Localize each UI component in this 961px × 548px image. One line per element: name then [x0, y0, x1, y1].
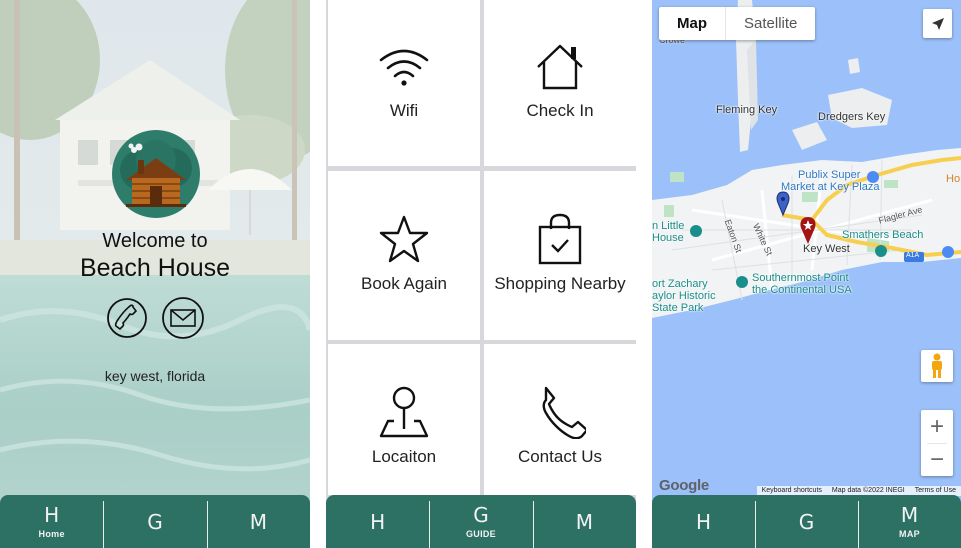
mail-icon[interactable]: [161, 296, 205, 340]
nav-map-letter: M: [575, 509, 593, 534]
nav-guide-letter: G: [473, 503, 489, 527]
nav-guide-label: GUIDE: [465, 529, 496, 539]
nav-map[interactable]: M MAP: [858, 495, 961, 548]
my-location-button[interactable]: [923, 9, 952, 38]
map-label-dredgers-key: Dredgers Key: [818, 111, 886, 123]
map-label-little-2: House: [652, 232, 684, 244]
map-label-publix-2: Market at Key Plaza: [781, 181, 880, 193]
nav-guide[interactable]: G GUIDE: [429, 495, 532, 548]
tile-shopping-nearby[interactable]: Shopping Nearby: [484, 171, 636, 340]
nav-map-label: MAP: [899, 529, 920, 539]
house-name: Beach House: [79, 254, 231, 282]
nav-map-letter: M: [900, 503, 919, 527]
navigation-arrow-icon: [931, 17, 944, 30]
map-label-key-west: Key West: [803, 243, 850, 255]
phone-icon: [542, 386, 586, 439]
map-screen: Crowe Fleming Key Dredgers Key Publix Su…: [652, 0, 961, 548]
nav-home[interactable]: H: [652, 495, 755, 548]
wifi-icon: [379, 49, 429, 86]
nav-home[interactable]: H: [326, 495, 429, 548]
map-label-zachary-2: aylor Historic: [652, 290, 716, 302]
map-label-southernmost-1: Southernmost Point: [752, 272, 849, 284]
zoom-out-button[interactable]: −: [930, 444, 944, 476]
tile-contact-us-label: Contact Us: [517, 447, 603, 466]
bottom-navigation: H G M MAP: [652, 495, 961, 548]
tile-book-again-label: Book Again: [360, 274, 447, 293]
star-icon: [379, 215, 429, 263]
nav-guide[interactable]: G: [755, 495, 858, 548]
shopping-bag-icon: [538, 213, 582, 265]
house-icon: [537, 44, 583, 90]
guide-grid: Wifi Check In Book Again Shopping Nearby…: [326, 0, 636, 495]
tile-check-in-label: Check In: [526, 101, 594, 120]
welcome-text: Welcome to: [102, 230, 208, 252]
map-type-control: Map Satellite: [659, 7, 816, 40]
nav-map[interactable]: M: [532, 495, 636, 548]
map-label-a1a: A1A: [906, 252, 920, 259]
bottom-navigation: H G GUIDE M: [326, 495, 636, 548]
map-pin-icon: [379, 386, 429, 438]
guide-screen: Wifi Check In Book Again Shopping Nearby…: [326, 0, 636, 548]
map-label-fleming-key: Fleming Key: [716, 104, 778, 116]
tile-shopping-nearby-label: Shopping Nearby: [494, 274, 626, 293]
pegman-icon: [932, 353, 942, 378]
tile-location-label: Locaiton: [371, 447, 437, 466]
nav-home-letter: H: [44, 503, 60, 527]
nav-home-label: Home: [38, 529, 65, 539]
map-label-zachary-1: ort Zachary: [652, 278, 708, 290]
tile-contact-us[interactable]: Contact Us: [484, 344, 636, 495]
map-label-publix-1: Publix Super: [798, 169, 861, 181]
tile-book-again[interactable]: Book Again: [328, 171, 480, 340]
bottom-navigation: H Home G M: [0, 495, 310, 548]
phone-icon[interactable]: [105, 296, 149, 340]
google-logo[interactable]: Google: [659, 477, 709, 494]
nav-map[interactable]: M: [206, 495, 310, 548]
nav-guide-letter: G: [798, 509, 815, 534]
tile-wifi-label: Wifi: [389, 101, 419, 120]
log-cabin-logo: [112, 130, 200, 218]
nav-map-letter: M: [249, 509, 267, 534]
map-type-satellite[interactable]: Satellite: [726, 7, 815, 40]
tile-check-in[interactable]: Check In: [484, 0, 636, 166]
map-label-southernmost-2: the Continental USA: [752, 284, 852, 296]
map-label-zachary-3: State Park: [652, 302, 704, 314]
tile-wifi[interactable]: Wifi: [328, 0, 480, 166]
nav-home[interactable]: H Home: [0, 495, 103, 548]
nav-guide-letter: G: [147, 509, 163, 534]
location-text: key west, florida: [104, 368, 206, 384]
map-label-smathers-beach: Smathers Beach: [842, 229, 924, 241]
map-label-little-1: n Little: [652, 220, 685, 232]
home-screen: Welcome to Beach House key west, florida…: [0, 0, 310, 548]
nav-home-letter: H: [370, 509, 386, 534]
zoom-control: + −: [921, 410, 953, 476]
tile-location[interactable]: Locaiton: [328, 344, 480, 495]
street-view-pegman[interactable]: [921, 350, 953, 382]
zoom-in-button[interactable]: +: [930, 411, 944, 443]
nav-guide[interactable]: G: [103, 495, 206, 548]
nav-home-letter: H: [695, 509, 712, 534]
map-type-map[interactable]: Map: [659, 7, 726, 40]
map-label-ho: Ho: [946, 173, 961, 185]
